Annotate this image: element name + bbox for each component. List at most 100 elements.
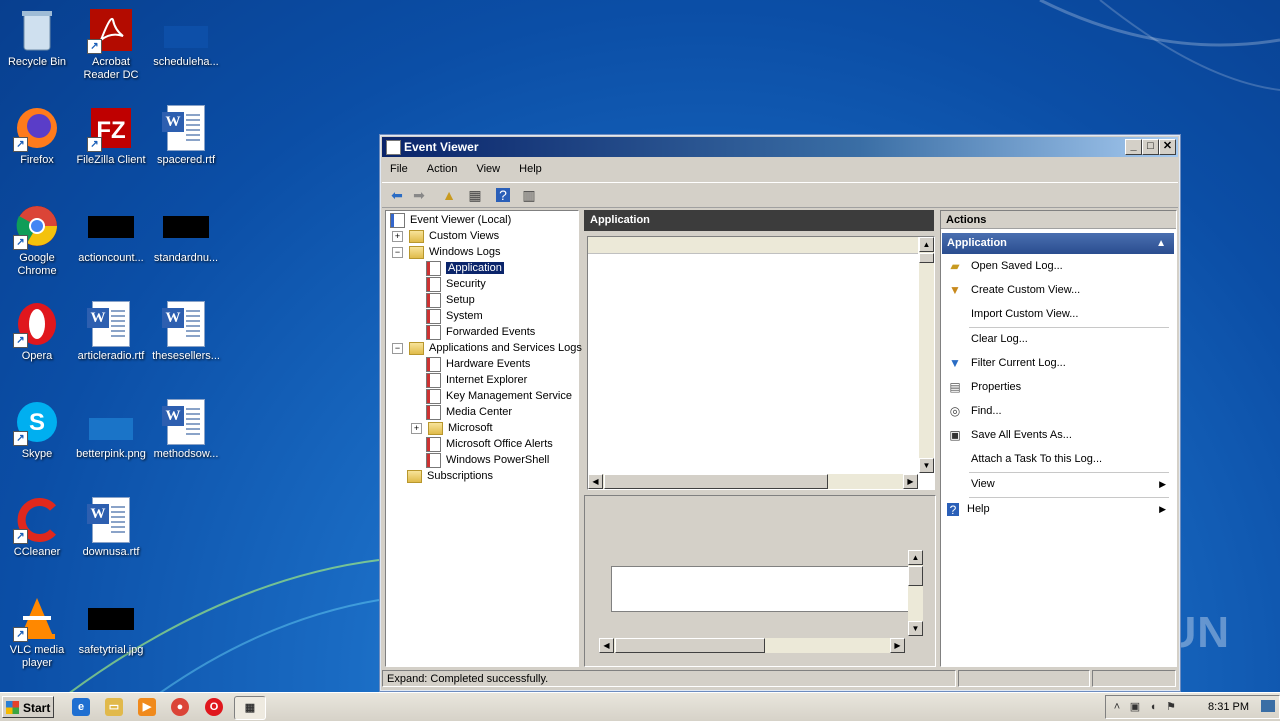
recycle-bin-icon[interactable]: Recycle Bin <box>0 6 74 69</box>
scroll-right-icon[interactable]: ▶ <box>903 474 918 489</box>
ccleaner-icon[interactable]: ↗ CCleaner <box>0 496 74 559</box>
tree-log-system[interactable]: System <box>426 308 483 324</box>
collapse-caret-icon[interactable]: ▲ <box>1156 233 1166 254</box>
collapse-icon[interactable]: − <box>392 342 403 354</box>
title-bar[interactable]: Event Viewer _ □ ✕ <box>382 137 1178 157</box>
action-center-flag-icon[interactable]: ⚑ <box>1164 700 1178 714</box>
firefox-icon[interactable]: ↗ Firefox <box>0 104 74 167</box>
filezilla-icon[interactable]: FZ ↗ FileZilla Client <box>74 104 148 167</box>
show-hide-action-pane-icon[interactable]: ▥ <box>520 186 538 204</box>
collapse-icon[interactable]: − <box>392 246 403 258</box>
tree-log-media-center[interactable]: Media Center <box>426 404 512 420</box>
tree-log-office-alerts[interactable]: Microsoft Office Alerts <box>426 436 553 452</box>
minimize-button[interactable]: _ <box>1125 139 1142 155</box>
action-help[interactable]: ? Help ▶ <box>942 499 1172 519</box>
show-hide-tree-icon[interactable]: ▦ <box>466 186 484 204</box>
action-create-custom-view[interactable]: ▼ Create Custom View... <box>942 280 1172 300</box>
subscriptions-icon <box>407 469 422 483</box>
file-icon[interactable]: standardnu... <box>149 202 223 265</box>
tree-log-setup[interactable]: Setup <box>426 292 475 308</box>
show-hidden-icons-icon[interactable]: ˄ <box>1110 700 1124 714</box>
action-filter-current-log[interactable]: ▼ Filter Current Log... <box>942 353 1172 373</box>
explorer-folder-icon[interactable]: ▭ <box>105 698 123 716</box>
scroll-left-icon[interactable]: ◀ <box>588 474 603 489</box>
expand-icon[interactable]: + <box>411 422 422 434</box>
scroll-right-icon[interactable]: ▶ <box>890 638 905 653</box>
opera-icon[interactable]: O <box>205 698 223 716</box>
tree-subscriptions[interactable]: Subscriptions <box>407 468 493 484</box>
show-desktop-icon[interactable] <box>1261 700 1275 712</box>
horizontal-scrollbar[interactable]: ◀ ▶ <box>599 638 905 653</box>
action-properties[interactable]: ▤ Properties <box>942 377 1172 397</box>
maximize-button[interactable]: □ <box>1142 139 1159 155</box>
action-save-all-events[interactable]: ▣ Save All Events As... <box>942 425 1172 445</box>
vlc-icon[interactable]: ↗ VLC media player <box>0 594 74 670</box>
horizontal-scrollbar[interactable]: ◀ ▶ <box>588 474 918 489</box>
help-icon[interactable]: ? <box>496 188 510 202</box>
scroll-thumb[interactable] <box>615 638 765 653</box>
tree-root[interactable]: Event Viewer (Local) <box>390 212 511 228</box>
tree-log-application[interactable]: Application <box>426 260 504 276</box>
chrome-icon[interactable]: ● <box>171 698 189 716</box>
word-doc-icon[interactable]: W methodsow... <box>149 398 223 461</box>
action-clear-log[interactable]: Clear Log... <box>942 329 1172 349</box>
word-doc-icon[interactable]: W thesesellers... <box>149 300 223 363</box>
vertical-scrollbar[interactable]: ▲ ▼ <box>919 237 934 473</box>
vertical-scrollbar[interactable]: ▲ ▼ <box>908 550 923 636</box>
tree-log-hardware[interactable]: Hardware Events <box>426 356 530 372</box>
image-file-icon[interactable]: betterpink.png <box>74 398 148 461</box>
tree-custom-views[interactable]: + Custom Views <box>392 228 499 244</box>
scroll-down-icon[interactable]: ▼ <box>908 621 923 636</box>
close-button[interactable]: ✕ <box>1159 139 1176 155</box>
scroll-thumb[interactable] <box>919 253 934 263</box>
scroll-up-icon[interactable]: ▲ <box>908 550 923 565</box>
scroll-thumb[interactable] <box>908 566 923 586</box>
file-icon[interactable]: actioncount... <box>74 202 148 265</box>
expand-icon[interactable]: + <box>392 230 403 242</box>
action-open-saved-log[interactable]: ▰ Open Saved Log... <box>942 256 1172 276</box>
event-list[interactable]: ▲ ▼ ◀ ▶ <box>587 236 935 490</box>
scroll-thumb[interactable] <box>604 474 828 489</box>
tree-log-powershell[interactable]: Windows PowerShell <box>426 452 549 468</box>
tree-app-services[interactable]: − Applications and Services Logs <box>392 340 582 356</box>
clock[interactable]: 8:31 PM <box>1208 701 1249 713</box>
action-view[interactable]: View ▶ <box>942 474 1172 494</box>
internet-explorer-icon[interactable]: e <box>72 698 90 716</box>
detail-content-box[interactable] <box>611 566 909 612</box>
tree-windows-logs[interactable]: − Windows Logs <box>392 244 501 260</box>
file-icon[interactable]: scheduleha... <box>149 6 223 69</box>
tree-log-kms[interactable]: Key Management Service <box>426 388 572 404</box>
menu-view[interactable]: View <box>468 159 508 179</box>
event-viewer-taskbar-button[interactable]: ▦ <box>234 696 266 720</box>
up-folder-icon[interactable]: ▲ <box>440 186 458 204</box>
tree-microsoft[interactable]: + Microsoft <box>411 420 493 436</box>
tree-log-ie[interactable]: Internet Explorer <box>426 372 527 388</box>
tree-log-forwarded[interactable]: Forwarded Events <box>426 324 535 340</box>
skype-icon[interactable]: S ↗ Skype <box>0 398 74 461</box>
back-arrow-icon[interactable]: ⬅ <box>388 186 406 204</box>
opera-icon[interactable]: ↗ Opera <box>0 300 74 363</box>
acrobat-icon[interactable]: ↗ Acrobat Reader DC <box>74 6 148 82</box>
media-player-icon[interactable]: ▶ <box>138 698 156 716</box>
word-doc-icon[interactable]: W articleradio.rtf <box>74 300 148 363</box>
action-find[interactable]: ◎ Find... <box>942 401 1172 421</box>
chrome-icon[interactable]: ↗ Google Chrome <box>0 202 74 278</box>
menu-file[interactable]: File <box>382 159 416 179</box>
image-file-icon[interactable]: safetytrial.jpg <box>74 594 148 657</box>
action-label: Find... <box>971 405 1002 417</box>
network-icon[interactable]: ▣ <box>1128 700 1142 714</box>
word-doc-icon[interactable]: W downusa.rtf <box>74 496 148 559</box>
action-attach-task[interactable]: Attach a Task To this Log... <box>942 449 1172 469</box>
actions-section-header[interactable]: Application ▲ <box>942 233 1174 254</box>
word-doc-icon[interactable]: W spacered.rtf <box>149 104 223 167</box>
scroll-down-icon[interactable]: ▼ <box>919 458 934 473</box>
menu-action[interactable]: Action <box>419 159 466 179</box>
volume-icon[interactable]: ◖ <box>1146 700 1160 714</box>
forward-arrow-icon[interactable]: ➡ <box>410 186 428 204</box>
start-button[interactable]: Start <box>2 696 54 718</box>
menu-help[interactable]: Help <box>511 159 550 179</box>
scroll-up-icon[interactable]: ▲ <box>919 237 934 252</box>
action-import-custom-view[interactable]: Import Custom View... <box>942 304 1172 324</box>
scroll-left-icon[interactable]: ◀ <box>599 638 614 653</box>
tree-log-security[interactable]: Security <box>426 276 486 292</box>
